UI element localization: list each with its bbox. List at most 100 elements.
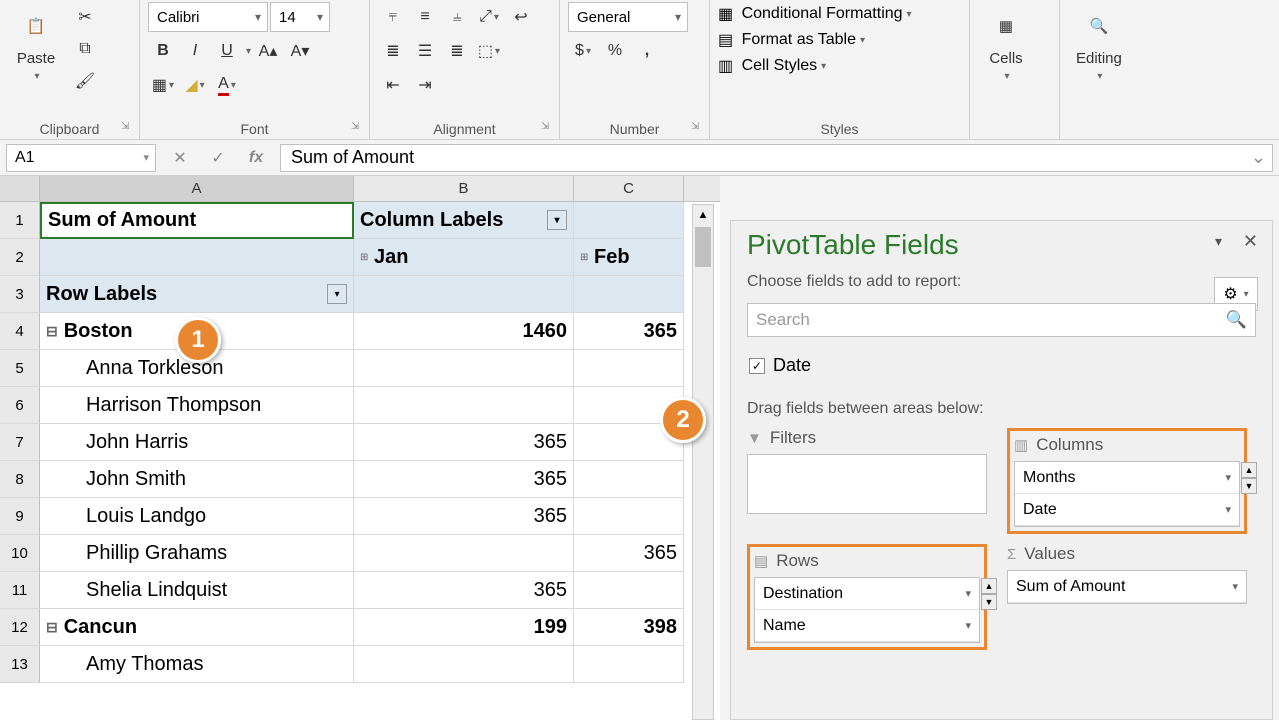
formula-input[interactable]: Sum of Amount [280, 144, 1273, 172]
decrease-indent-button[interactable]: ⇤ [378, 70, 408, 100]
cells-button[interactable]: ▦Cells▾ [978, 2, 1034, 86]
editing-button[interactable]: 🔍Editing▾ [1068, 2, 1130, 86]
cell-b4[interactable]: 1460 [354, 313, 574, 350]
cell-b3[interactable] [354, 276, 574, 313]
cell-a13[interactable]: Amy Thomas [40, 646, 354, 683]
font-name-combo[interactable]: Calibri [148, 2, 268, 32]
align-bottom-button[interactable]: ⫨ [442, 2, 472, 32]
row-header[interactable]: 3 [0, 276, 40, 313]
row-header[interactable]: 10 [0, 535, 40, 572]
columns-area[interactable]: ▥Columns Months Date ▲▼ [1007, 428, 1247, 534]
number-launcher[interactable]: ⇲ [691, 121, 705, 135]
cell-b1[interactable]: Column Labels▾ [354, 202, 574, 239]
cell-a1[interactable]: Sum of Amount [40, 202, 354, 239]
column-labels-dropdown[interactable]: ▾ [547, 210, 567, 230]
row-labels-dropdown[interactable]: ▾ [327, 284, 347, 304]
alignment-launcher[interactable]: ⇲ [541, 121, 555, 135]
cell-b9[interactable]: 365 [354, 498, 574, 535]
paste-button[interactable]: 📋 Paste ▾ [8, 2, 64, 86]
cell-c9[interactable] [574, 498, 684, 535]
name-box[interactable]: A1 [6, 144, 156, 172]
pane-options-dropdown[interactable]: ▾ [1215, 233, 1222, 250]
cell-b8[interactable]: 365 [354, 461, 574, 498]
copy-button[interactable]: ⧉ [70, 34, 100, 64]
enter-formula-button[interactable]: ✓ [204, 144, 232, 172]
cell-a9[interactable]: Louis Landgo [40, 498, 354, 535]
values-item-sum[interactable]: Sum of Amount [1008, 571, 1246, 603]
insert-function-button[interactable]: fx [242, 144, 270, 172]
move-down-button[interactable]: ▼ [981, 594, 997, 610]
collapse-icon[interactable]: ⊟ [46, 323, 58, 340]
field-date[interactable]: ✓ Date [747, 349, 1256, 382]
cell-b12[interactable]: 199 [354, 609, 574, 646]
col-header-a[interactable]: A [40, 176, 354, 201]
collapse-icon[interactable]: ⊟ [46, 619, 58, 636]
cell-b2[interactable]: ⊞Jan [354, 239, 574, 276]
cell-a7[interactable]: John Harris [40, 424, 354, 461]
font-size-combo[interactable]: 14 [270, 2, 330, 32]
increase-indent-button[interactable]: ⇥ [410, 70, 440, 100]
percent-button[interactable]: % [600, 36, 630, 66]
move-down-button[interactable]: ▼ [1241, 478, 1257, 494]
expand-icon[interactable]: ⊞ [360, 252, 374, 263]
number-format-combo[interactable]: General [568, 2, 688, 32]
vertical-scrollbar[interactable]: ▲ [692, 204, 714, 720]
row-header[interactable]: 4 [0, 313, 40, 350]
align-middle-button[interactable]: ≡ [410, 2, 440, 32]
cell-a12[interactable]: ⊟Cancun [40, 609, 354, 646]
align-left-button[interactable]: ≣ [378, 36, 408, 66]
columns-item-date[interactable]: Date [1015, 494, 1239, 526]
row-header[interactable]: 12 [0, 609, 40, 646]
align-top-button[interactable]: ⫧ [378, 2, 408, 32]
cell-a8[interactable]: John Smith [40, 461, 354, 498]
filters-area[interactable]: ▼Filters [747, 428, 987, 534]
cell-a6[interactable]: Harrison Thompson [40, 387, 354, 424]
row-header[interactable]: 7 [0, 424, 40, 461]
underline-button[interactable]: U [212, 36, 242, 66]
align-right-button[interactable]: ≣ [442, 36, 472, 66]
select-all-button[interactable] [0, 176, 40, 201]
cell-b10[interactable] [354, 535, 574, 572]
col-header-b[interactable]: B [354, 176, 574, 201]
values-area[interactable]: ΣValues Sum of Amount [1007, 544, 1247, 650]
fill-color-button[interactable]: ◢▾ [180, 70, 210, 100]
increase-font-button[interactable]: A▴ [253, 36, 283, 66]
accounting-button[interactable]: $▾ [568, 36, 598, 66]
close-pane-button[interactable]: ✕ [1243, 231, 1258, 252]
col-header-c[interactable]: C [574, 176, 684, 201]
cell-c12[interactable]: 398 [574, 609, 684, 646]
cell-c8[interactable] [574, 461, 684, 498]
row-header[interactable]: 6 [0, 387, 40, 424]
row-header[interactable]: 1 [0, 202, 40, 239]
cell-b7[interactable]: 365 [354, 424, 574, 461]
cell-c4[interactable]: 365 [574, 313, 684, 350]
move-up-button[interactable]: ▲ [981, 578, 997, 594]
scroll-thumb[interactable] [695, 227, 711, 267]
checkbox-checked-icon[interactable]: ✓ [749, 358, 765, 374]
cell-c5[interactable] [574, 350, 684, 387]
cell-c3[interactable] [574, 276, 684, 313]
cell-b11[interactable]: 365 [354, 572, 574, 609]
expand-icon[interactable]: ⊞ [580, 252, 594, 263]
cell-c2[interactable]: ⊞Feb [574, 239, 684, 276]
cell-styles-button[interactable]: ▥ Cell Styles▾ [718, 56, 826, 76]
font-launcher[interactable]: ⇲ [351, 121, 365, 135]
rows-item-name[interactable]: Name [755, 610, 979, 642]
row-header[interactable]: 13 [0, 646, 40, 683]
rows-item-destination[interactable]: Destination [755, 578, 979, 610]
cell-b6[interactable] [354, 387, 574, 424]
cell-b5[interactable] [354, 350, 574, 387]
cell-c1[interactable] [574, 202, 684, 239]
font-color-button[interactable]: A▾ [212, 70, 242, 100]
cell-a10[interactable]: Phillip Grahams [40, 535, 354, 572]
merge-button[interactable]: ⬚▾ [474, 36, 504, 66]
rows-area[interactable]: ▤Rows Destination Name ▲▼ [747, 544, 987, 650]
cell-c10[interactable]: 365 [574, 535, 684, 572]
cancel-formula-button[interactable]: ✕ [166, 144, 194, 172]
row-header[interactable]: 11 [0, 572, 40, 609]
align-center-button[interactable]: ☰ [410, 36, 440, 66]
cell-c13[interactable] [574, 646, 684, 683]
row-header[interactable]: 9 [0, 498, 40, 535]
cell-a2[interactable] [40, 239, 354, 276]
cell-a3[interactable]: Row Labels▾ [40, 276, 354, 313]
